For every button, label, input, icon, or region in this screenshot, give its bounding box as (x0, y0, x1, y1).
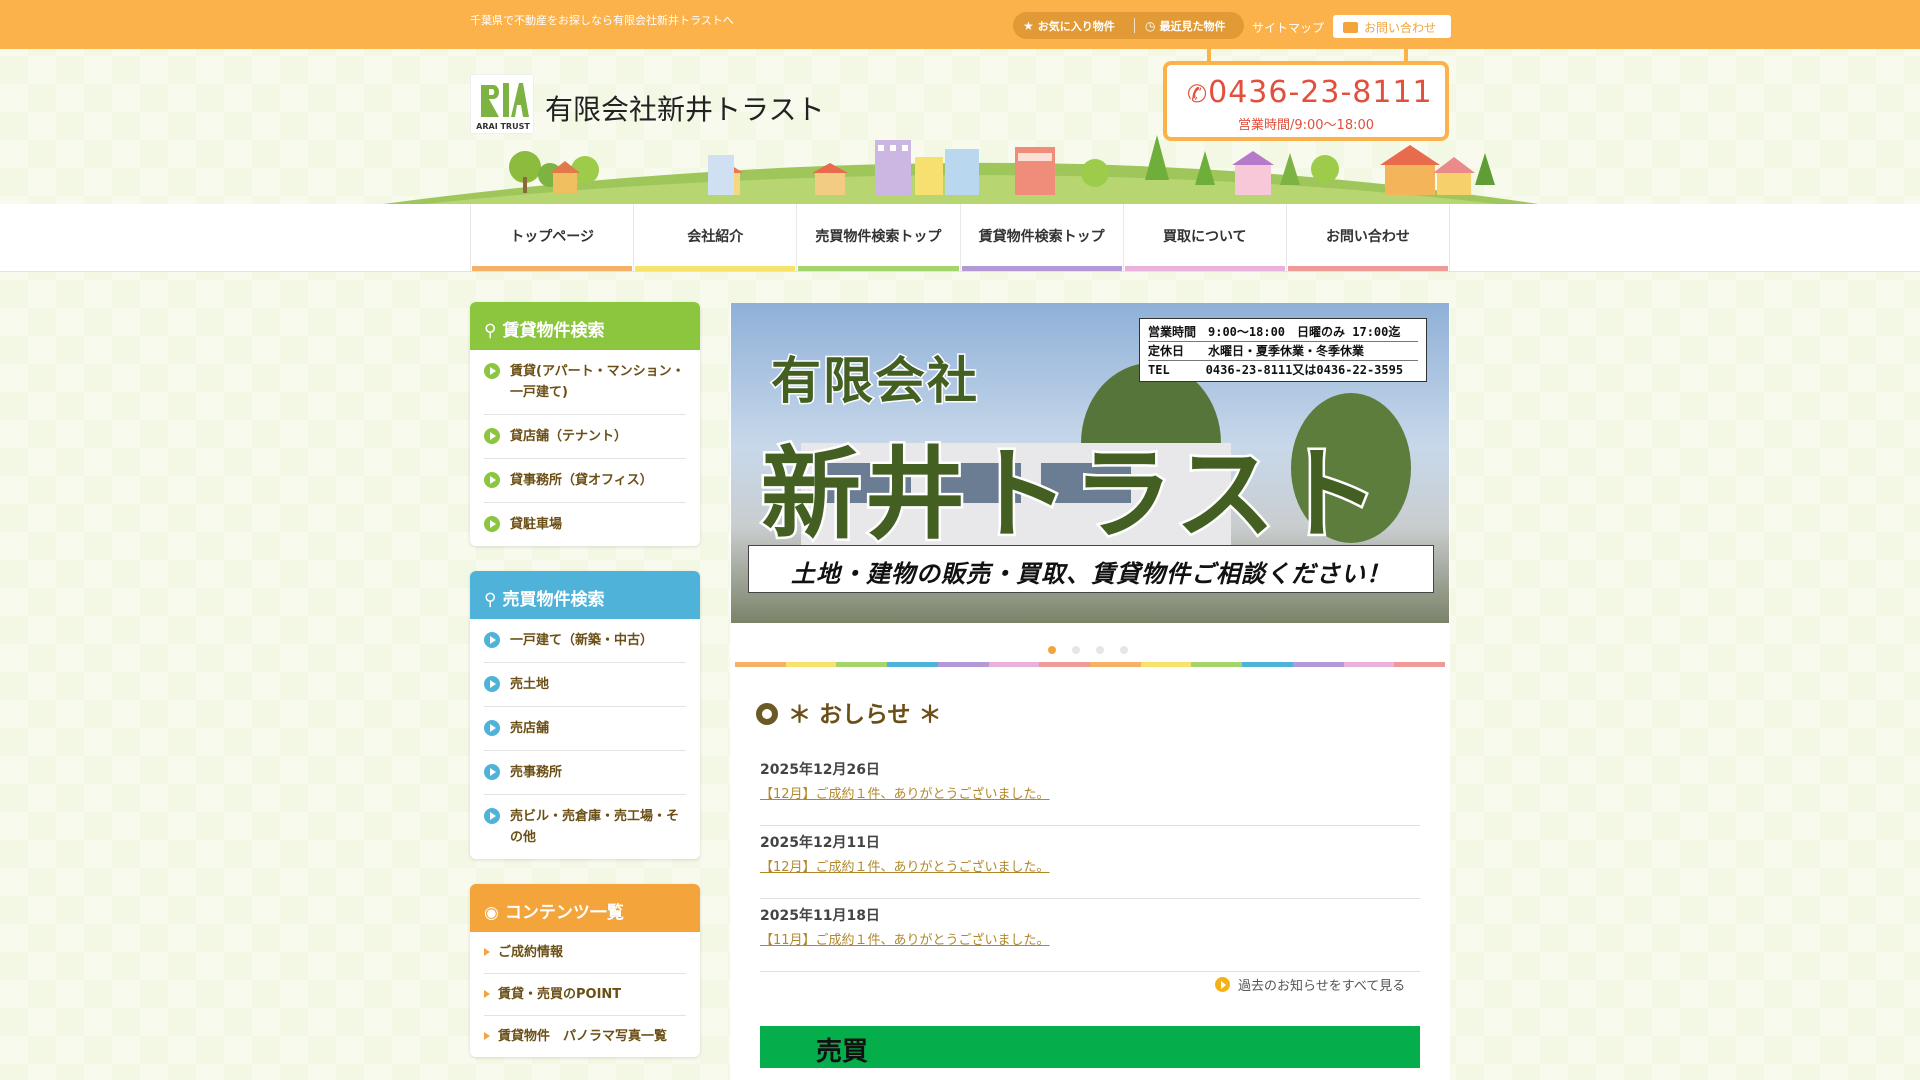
hero-line2: 新井トラスト (759, 434, 1383, 556)
sidebar-item-panorama[interactable]: 賃貸物件 パノラマ写真一覧 (484, 1016, 686, 1057)
arrow-icon (484, 516, 500, 532)
hero-info-panel: 営業時間 9:00～18:00 日曜のみ 17:00迄 定休日 水曜日・夏季休業… (1139, 318, 1427, 382)
slider-dots (1048, 639, 1144, 658)
phone-number[interactable]: ✆0436-23-8111 (1187, 75, 1433, 110)
recent-link[interactable]: ◷ 最近見た物件 (1145, 18, 1225, 34)
hero-tagline: 土地・建物の販売・買取、賃貸物件ご相談ください！ (748, 545, 1434, 593)
rent-search-box: ⚲ 賃貸物件検索 賃貸(アパート・マンション・一戸建て) 貸店舗（テナント） 貸事… (470, 302, 700, 546)
hero-line1: 有限会社 (770, 351, 979, 412)
townscape-illustration (375, 135, 1545, 205)
nav-underline (961, 266, 1122, 271)
nav-underline (1124, 266, 1285, 271)
sidebar-item-rent-store[interactable]: 貸店舗（テナント） (484, 415, 686, 459)
news-date: 2025年11月18日 (760, 908, 880, 924)
nav-underline (798, 266, 959, 271)
top-bar: 千葉県で不動産をお探しなら有限会社新井トラストへ ★ お気に入り物件 ◷ 最近見た物… (0, 0, 1920, 49)
nav-rent-search[interactable]: 賃貸物件検索トップ (961, 204, 1124, 271)
triangle-icon (484, 948, 490, 956)
contents-title: ◉ コンテンツ一覧 (470, 884, 700, 932)
sidebar-item-sale-land[interactable]: 売土地 (484, 663, 686, 707)
news-heading: ＊ おしらせ ＊ (756, 695, 942, 729)
sidebar-item-rent-parking[interactable]: 貸駐車場 (484, 503, 686, 546)
sale-search-box: ⚲ 売買物件検索 一戸建て（新築・中古） 売土地 売店舗 売事務所 売ビル・売倉庫… (470, 571, 700, 859)
sidebar-item-rent-residential[interactable]: 賃貸(アパート・マンション・一戸建て) (484, 350, 686, 415)
sidebar-item-sale-house[interactable]: 一戸建て（新築・中古） (484, 619, 686, 663)
clock-icon: ◷ (1145, 19, 1156, 33)
nav-company[interactable]: 会社紹介 (634, 204, 798, 271)
rent-search-title: ⚲ 賃貸物件検索 (470, 302, 700, 350)
sidebar-item-contracts[interactable]: ご成約情報 (484, 932, 686, 974)
arrow-icon (484, 764, 500, 780)
contact-button-small[interactable]: お問い合わせ (1333, 15, 1451, 38)
hero-slider[interactable]: 有限会社 新井トラスト 営業時間 9:00～18:00 日曜のみ 17:00迄 … (731, 303, 1449, 623)
news-link[interactable]: 【11月】ご成約１件、ありがとうございました。 (760, 929, 1420, 948)
phone-icon: ✆ (1187, 80, 1209, 108)
hero-info-hours: 営業時間 9:00～18:00 日曜のみ 17:00迄 (1148, 323, 1418, 342)
news-link[interactable]: 【12月】ご成約１件、ありがとうございました。 (760, 783, 1420, 802)
site-tagline: 千葉県で不動産をお探しなら有限会社新井トラストへ (470, 14, 734, 27)
news-item: 2025年12月11日 【12月】ご成約１件、ありがとうございました。 (760, 826, 1420, 899)
slider-dot[interactable] (1120, 646, 1128, 654)
arrow-icon (484, 472, 500, 488)
sale-search-title: ⚲ 売買物件検索 (470, 571, 700, 619)
circle-icon: ◉ (484, 903, 499, 923)
search-icon: ⚲ (484, 590, 497, 610)
arrow-icon (484, 808, 500, 824)
hero-info-tel: TEL 0436-23-8111又は0436-22-3595 (1148, 363, 1404, 377)
slider-dot[interactable] (1096, 646, 1104, 654)
sidebar-item-point[interactable]: 賃貸・売買のPOINT (484, 974, 686, 1016)
sidebar-item-rent-office[interactable]: 貸事務所（貸オフィス） (484, 459, 686, 503)
star-icon: ★ (1023, 19, 1034, 33)
sitemap-link[interactable]: サイトマップ (1252, 19, 1324, 36)
quick-links: ★ お気に入り物件 ◷ 最近見た物件 (1013, 12, 1244, 39)
hero-info-holiday: 定休日 水曜日・夏季休業・冬季休業 (1148, 342, 1418, 361)
contents-box: ◉ コンテンツ一覧 ご成約情報 賃貸・売買のPOINT 賃貸物件 パノラマ写真一覧 (470, 884, 700, 1057)
ring-icon (756, 703, 778, 725)
global-nav: トップページ 会社紹介 売買物件検索トップ 賃貸物件検索トップ 買取について お… (470, 204, 1451, 271)
global-nav-bar: トップページ 会社紹介 売買物件検索トップ 賃貸物件検索トップ 買取について お… (0, 204, 1920, 272)
sidebar-item-sale-office[interactable]: 売事務所 (484, 751, 686, 795)
nav-underline (472, 266, 633, 271)
nav-underline (635, 266, 796, 271)
triangle-icon (484, 990, 490, 998)
arrow-icon (484, 720, 500, 736)
hanger (1404, 49, 1408, 61)
sidebar-item-sale-other[interactable]: 売ビル・売倉庫・売工場・その他 (484, 795, 686, 859)
main-content: 有限会社 新井トラスト 営業時間 9:00～18:00 日曜のみ 17:00迄 … (730, 303, 1450, 1080)
arrow-icon (484, 363, 500, 379)
arrow-icon (484, 428, 500, 444)
arrow-icon (1215, 977, 1230, 992)
logo-mark-icon (477, 79, 529, 119)
nav-purchase[interactable]: 買取について (1124, 204, 1287, 271)
slider-dot[interactable] (1072, 646, 1080, 654)
nav-top[interactable]: トップページ (471, 204, 635, 271)
mail-icon (1343, 22, 1358, 33)
section-heading-sale: 売買 (760, 1026, 1420, 1068)
triangle-icon (484, 1032, 490, 1040)
arrow-icon (484, 676, 500, 692)
hanger (1207, 49, 1211, 61)
search-icon: ⚲ (484, 321, 497, 341)
news-link[interactable]: 【12月】ご成約１件、ありがとうございました。 (760, 856, 1420, 875)
news-list: 2025年12月26日 【12月】ご成約１件、ありがとうございました。 2025… (760, 753, 1420, 972)
nav-sale-search[interactable]: 売買物件検索トップ (797, 204, 961, 271)
company-name: 有限会社新井トラスト (545, 93, 825, 126)
slider-dot[interactable] (1048, 646, 1056, 654)
news-date: 2025年12月11日 (760, 835, 880, 851)
nav-underline (1287, 266, 1449, 271)
divider (1134, 18, 1135, 33)
rainbow-divider (735, 662, 1446, 667)
arrow-icon (484, 632, 500, 648)
news-more-link[interactable]: 過去のお知らせをすべて見る (1215, 975, 1405, 994)
favorites-link[interactable]: ★ お気に入り物件 (1023, 18, 1115, 34)
news-date: 2025年12月26日 (760, 762, 880, 778)
nav-contact[interactable]: お問い合わせ (1287, 204, 1451, 271)
news-item: 2025年12月26日 【12月】ご成約１件、ありがとうございました。 (760, 753, 1420, 826)
news-item: 2025年11月18日 【11月】ご成約１件、ありがとうございました。 (760, 899, 1420, 972)
sidebar-item-sale-store[interactable]: 売店舗 (484, 707, 686, 751)
